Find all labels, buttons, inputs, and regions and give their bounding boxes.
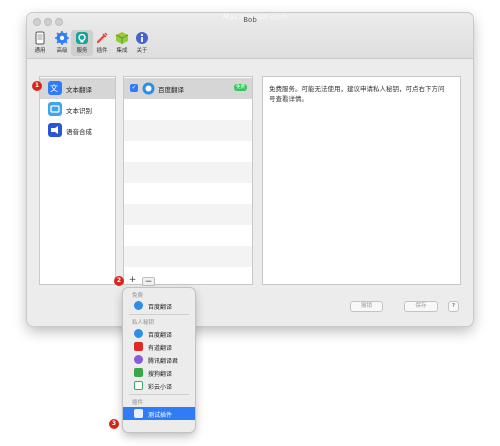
preferences-window: Mac.orsoon.com Bob 通用 高级 服务 插件 集成 关于 文 文…: [27, 13, 473, 326]
menu-item-label: 测试插件: [148, 412, 173, 419]
menu-item-test-plugin[interactable]: 测试插件: [123, 407, 195, 420]
service-item-speech[interactable]: 语音合成: [40, 120, 115, 141]
toolbar-general-label: 通用: [34, 48, 46, 54]
menu-header-plugin: 插件: [132, 400, 144, 406]
gear-icon: [55, 31, 69, 45]
plugin-icon: [96, 32, 108, 44]
menu-item-tencent[interactable]: 腾讯翻译君: [123, 353, 195, 366]
empty-row: [124, 225, 252, 246]
cancel-button[interactable]: 撤销: [350, 301, 383, 312]
menu-header-private: 私人秘钥: [132, 320, 155, 326]
detail-panel: 免费服务。可能无法使用，建议申请私人秘钥，可点右下方问号查看详情。: [262, 76, 461, 285]
speech-icon: [48, 123, 62, 137]
empty-row: [124, 99, 252, 120]
menu-item-caiyun[interactable]: 彩云小译: [123, 379, 195, 392]
toolbar-services-label: 服务: [76, 48, 88, 54]
ocr-icon: [48, 102, 62, 116]
menu-item-label: 有道翻译: [148, 345, 173, 352]
help-button[interactable]: ?: [448, 301, 459, 312]
toolbar-about[interactable]: 关于: [131, 30, 153, 56]
menu-separator: [129, 394, 189, 395]
empty-row: [124, 120, 252, 141]
service-item-text-translate[interactable]: 文 文本翻译: [40, 78, 115, 99]
service-item-label: 文本识别: [66, 107, 92, 115]
menu-item-label: 彩云小译: [148, 384, 173, 391]
empty-row: [124, 246, 252, 267]
step-marker-3: 3: [109, 419, 119, 429]
menu-item-private-baidu[interactable]: 百度翻译: [123, 327, 195, 340]
service-item-label: 文本翻译: [66, 86, 92, 94]
translator-row[interactable]: ✓ 百度翻译 免费: [124, 78, 252, 99]
menu-item-label: 百度翻译: [148, 304, 173, 311]
baidu-translate-icon: [142, 82, 155, 95]
service-icon: [76, 32, 88, 44]
info-icon: [136, 32, 148, 44]
toolbar-plugins-label: 插件: [96, 48, 108, 54]
toolbar-advanced[interactable]: 高级: [51, 30, 73, 56]
service-list: 文 文本翻译 文本识别 语音合成: [39, 76, 116, 285]
remove-button[interactable]: −: [142, 277, 155, 287]
menu-item-label: 腾讯翻译君: [148, 358, 179, 365]
menu-item-youdao[interactable]: 有道翻译: [123, 340, 195, 353]
empty-row: [124, 204, 252, 225]
baidu-icon: [134, 329, 143, 338]
toolbar-general[interactable]: 通用: [29, 30, 51, 56]
free-badge: 免费: [234, 84, 247, 91]
toolbar-integrations[interactable]: 集成: [111, 30, 133, 56]
svg-text:文: 文: [50, 83, 58, 93]
empty-row: [124, 141, 252, 162]
menu-item-label: 百度翻译: [148, 332, 173, 339]
step-marker-1: 1: [32, 81, 42, 91]
tencent-icon: [134, 355, 143, 364]
window-title: Bob: [243, 16, 257, 24]
translator-name: 百度翻译: [158, 86, 184, 94]
menu-item-sogou[interactable]: 搜狗翻译: [123, 366, 195, 379]
phone-icon: [35, 31, 45, 45]
toolbar-advanced-label: 高级: [56, 48, 68, 54]
empty-row: [124, 183, 252, 204]
menu-item-free-baidu[interactable]: 百度翻译: [123, 299, 195, 312]
title-bar: Mac.orsoon.com Bob 通用 高级 服务 插件 集成 关于: [27, 13, 473, 59]
cube-icon: [115, 32, 129, 44]
enabled-checkbox[interactable]: ✓: [130, 84, 138, 92]
menu-separator: [129, 314, 189, 315]
service-item-label: 语音合成: [66, 128, 92, 136]
translator-list: ✓ 百度翻译 免费: [123, 76, 253, 285]
menu-item-label: 搜狗翻译: [148, 371, 173, 378]
toolbar-services[interactable]: 服务: [71, 30, 93, 56]
translate-icon: 文: [48, 81, 62, 95]
youdao-icon: [134, 342, 143, 351]
caiyun-icon: [134, 381, 143, 390]
step-marker-2: 2: [114, 276, 124, 286]
save-button[interactable]: 保存: [404, 301, 438, 312]
toolbar-about-label: 关于: [136, 48, 148, 54]
add-button[interactable]: +: [126, 276, 139, 285]
toolbar-plugins[interactable]: 插件: [91, 30, 113, 56]
toolbar-integrations-label: 集成: [116, 48, 128, 54]
menu-header-free: 免费: [132, 293, 144, 299]
sogou-icon: [134, 368, 143, 377]
add-service-menu: 免费 百度翻译 私人秘钥 百度翻译 有道翻译 腾讯翻译君 搜狗翻译 彩云小译 插…: [123, 288, 195, 432]
service-item-text-recognition[interactable]: 文本识别: [40, 99, 115, 120]
baidu-icon: [134, 301, 143, 310]
service-description: 免费服务。可能无法使用，建议申请私人秘钥，可点右下方问号查看详情。: [269, 85, 445, 103]
plugin-item-icon: [134, 409, 143, 418]
empty-row: [124, 162, 252, 183]
